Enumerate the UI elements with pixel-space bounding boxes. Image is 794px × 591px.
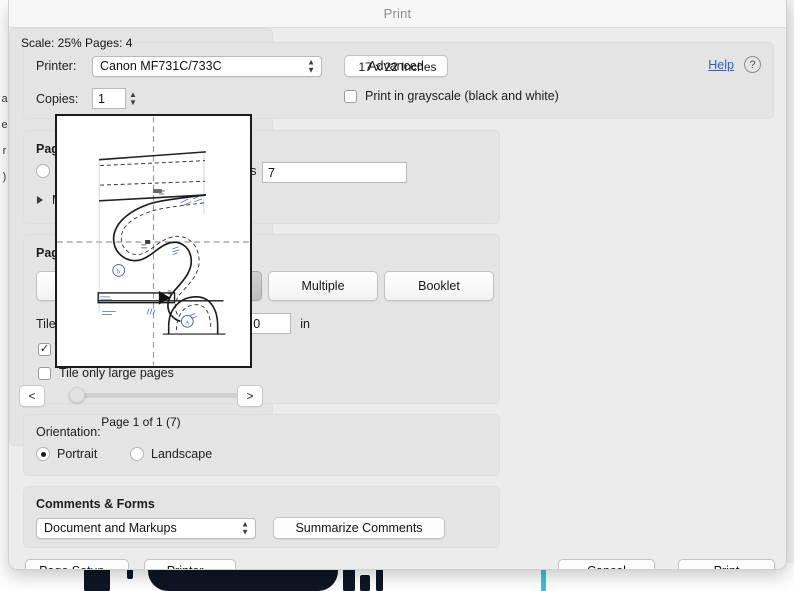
comments-forms-row: Document and Markups ▲ ▼ Summarize Commen… [36, 517, 445, 539]
dialog-body: Printer: Canon MF731C/733C ▲ ▼ Advanced H… [9, 28, 786, 569]
cancel-button[interactable]: Cancel [558, 559, 655, 569]
sizing-mode-multiple-label: Multiple [301, 279, 345, 293]
dialog-title: Print [383, 6, 412, 21]
chevron-updown-icon: ▲ ▼ [241, 519, 249, 537]
preview-slider-track[interactable] [71, 393, 237, 398]
print-button[interactable]: Print [678, 559, 775, 569]
radio-all[interactable] [36, 164, 50, 178]
preview-scale-text: Scale: 25% Pages: 4 [21, 36, 133, 50]
background-dark-shape-6 [376, 569, 383, 591]
preview-navigation: < > Page 1 of 1 (7) [19, 385, 263, 433]
cancel-button-label: Cancel [587, 564, 626, 569]
preview-dimensions-text: 17 x 22 Inches [358, 60, 437, 74]
background-dark-shape-1 [84, 569, 110, 591]
sizing-mode-booklet[interactable]: Booklet [384, 271, 494, 301]
disclosure-triangle-icon [37, 196, 43, 204]
next-page-label: > [246, 389, 254, 403]
preview-page-count: Page 1 of 1 (7) [101, 415, 181, 429]
overlap-value: 0 [253, 316, 261, 331]
previous-page-label: < [28, 389, 36, 403]
sizing-mode-booklet-label: Booklet [418, 279, 460, 293]
page-setup-label: Page Setup... [39, 564, 115, 569]
preview-slider-knob[interactable] [69, 387, 85, 403]
background-dark-shape-2 [127, 569, 133, 579]
comments-forms-select[interactable]: Document and Markups ▲ ▼ [36, 517, 256, 539]
background-dark-shape-3 [148, 569, 338, 591]
print-dialog: Print Printer: Canon MF731C/733C ▲ ▼ Adva… [8, 0, 787, 570]
comments-forms-select-value: Document and Markups [44, 521, 177, 535]
background-dark-shape-4 [343, 569, 355, 591]
copies-stepper[interactable]: ▲ ▼ [126, 88, 140, 109]
pages-range-input[interactable]: 7 [262, 162, 407, 183]
tile-only-large-row[interactable]: Tile only large pages [38, 366, 174, 380]
copies-input[interactable]: 1 [92, 88, 126, 109]
copies-row: Copies: 1 ▲ ▼ [36, 88, 140, 109]
overlap-input[interactable]: 0 [247, 313, 292, 334]
radio-landscape[interactable] [130, 447, 144, 461]
comments-forms-title: Comments & Forms [36, 497, 155, 511]
preview-page-thumbnail: b A [55, 114, 252, 368]
printer-panel: Printer: Canon MF731C/733C ▲ ▼ Advanced H… [23, 42, 774, 119]
next-page-button[interactable]: > [237, 385, 263, 407]
pages-range-value: 7 [268, 165, 275, 180]
radio-landscape-label: Landscape [151, 447, 213, 461]
background-dark-shape-5 [360, 575, 370, 591]
page-setup-button[interactable]: Page Setup... [25, 559, 129, 569]
orientation-portrait[interactable]: Portrait [36, 447, 97, 461]
radio-portrait[interactable] [36, 447, 50, 461]
overlap-unit: in [300, 316, 310, 331]
copies-value: 1 [98, 91, 105, 106]
printer-settings-label: Printer... [167, 564, 214, 569]
grayscale-row[interactable]: Print in grayscale (black and white) [344, 89, 559, 103]
summarize-comments-label: Summarize Comments [295, 521, 423, 535]
radio-portrait-label: Portrait [57, 447, 98, 461]
previous-page-button[interactable]: < [19, 385, 45, 407]
tile-only-large-label: Tile only large pages [59, 366, 174, 380]
comments-forms-panel: Comments & Forms Document and Markups ▲ ▼… [23, 486, 500, 548]
grayscale-label: Print in grayscale (black and white) [365, 89, 559, 103]
dialog-titlebar: Print [9, 0, 786, 28]
print-button-label: Print [714, 564, 740, 569]
grayscale-checkbox[interactable] [344, 89, 357, 103]
orientation-landscape[interactable]: Landscape [130, 447, 212, 461]
summarize-comments-button[interactable]: Summarize Comments [273, 517, 445, 539]
copies-label: Copies: [36, 91, 79, 106]
sizing-mode-multiple[interactable]: Multiple [268, 271, 378, 301]
tile-only-large-checkbox[interactable] [38, 366, 51, 380]
svg-text:b: b [117, 269, 120, 275]
cut-marks-checkbox[interactable] [38, 342, 51, 356]
printer-settings-button[interactable]: Printer... [144, 559, 236, 569]
